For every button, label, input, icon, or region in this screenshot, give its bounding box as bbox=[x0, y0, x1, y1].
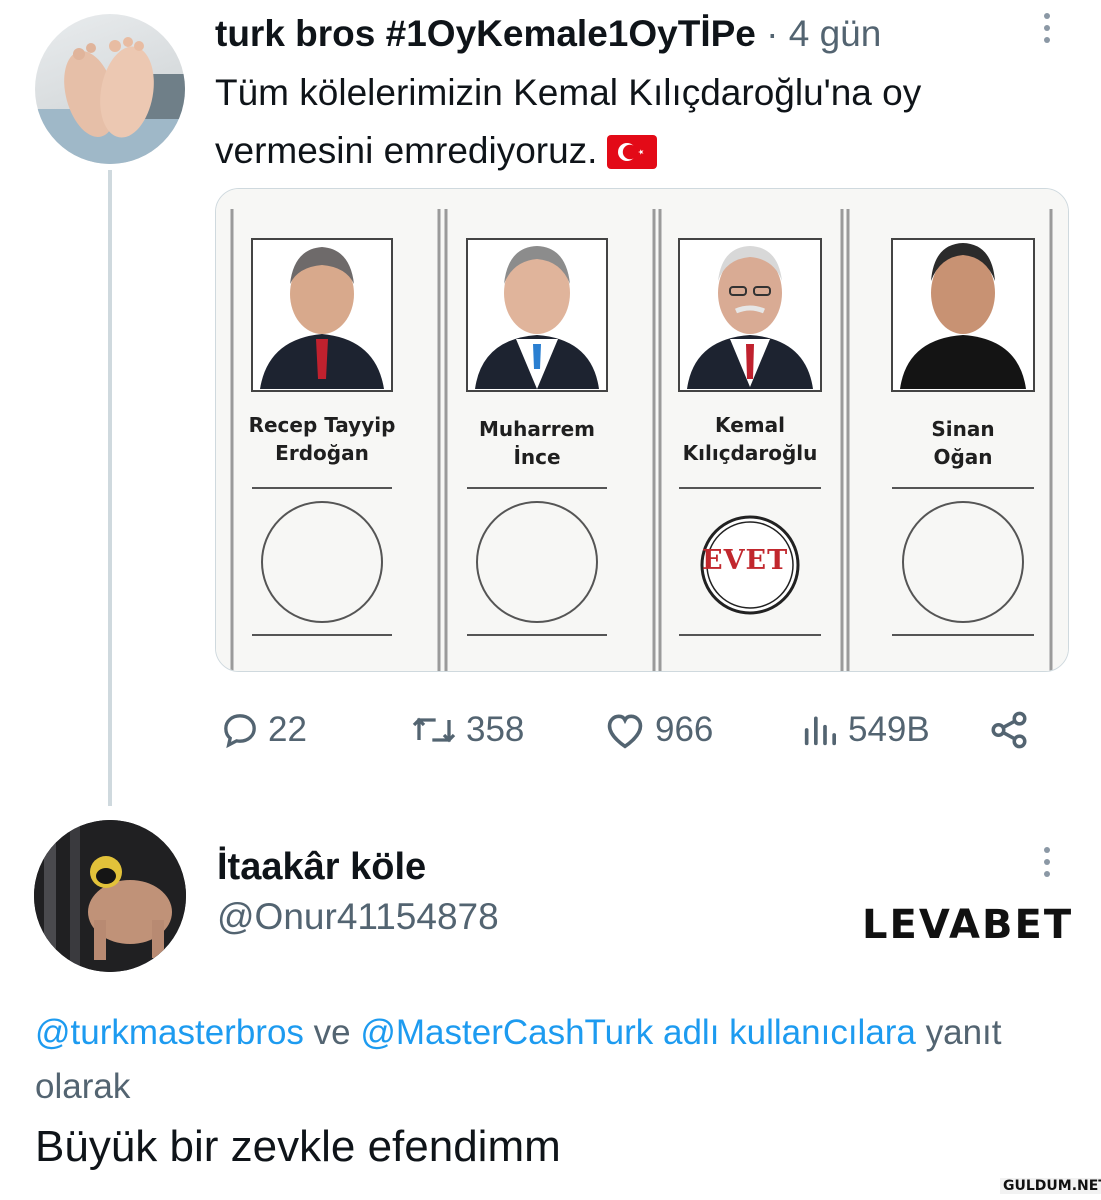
stamp-text: EVET bbox=[702, 545, 789, 576]
tweet2-avatar[interactable] bbox=[34, 820, 186, 972]
views-count: 549B bbox=[848, 710, 930, 749]
site-watermark: GULDUM.NET bbox=[1000, 1178, 1101, 1194]
candidate-4-line1: Sinan bbox=[931, 417, 995, 441]
reply-icon bbox=[224, 714, 256, 749]
like-count: 966 bbox=[655, 710, 714, 749]
more-options-icon[interactable] bbox=[1037, 13, 1057, 43]
tweet1-text: Tüm kölelerimizin Kemal Kılıçdaroğlu'na … bbox=[215, 64, 1065, 180]
retweet-count: 358 bbox=[466, 710, 525, 749]
tweet2-handle[interactable]: @Onur41154878 bbox=[217, 896, 499, 938]
candidate-4-line2: Oğan bbox=[933, 445, 993, 469]
candidate-4-name: Sinan Oğan bbox=[878, 415, 1048, 471]
reply-count: 22 bbox=[268, 710, 307, 749]
views-button[interactable]: 549B bbox=[800, 700, 930, 760]
more-options-icon[interactable] bbox=[1037, 847, 1057, 877]
candidate-3-name: Kemal Kılıçdaroğlu bbox=[665, 411, 835, 467]
turkish-flag-icon bbox=[607, 135, 658, 169]
share-button[interactable] bbox=[988, 700, 1030, 760]
levabet-watermark-logo: LEVABET bbox=[862, 902, 1074, 948]
candidate-2-line2: İnce bbox=[513, 445, 561, 469]
candidate-1-name: Recep Tayyip Erdoğan bbox=[237, 411, 407, 467]
tweet1-action-bar: 22 358 966 549B bbox=[0, 700, 1101, 760]
candidate-1-line1: Recep Tayyip bbox=[248, 413, 396, 437]
tweet1-text-body: Tüm kölelerimizin Kemal Kılıçdaroğlu'na … bbox=[215, 72, 922, 171]
tweet1-avatar[interactable] bbox=[35, 14, 185, 164]
like-button[interactable]: 966 bbox=[603, 700, 713, 760]
views-chart-icon bbox=[804, 716, 836, 746]
retweet-button[interactable]: 358 bbox=[410, 700, 524, 760]
tweet1-timestamp[interactable]: 4 gün bbox=[789, 13, 882, 54]
feet-photo bbox=[35, 37, 185, 164]
ballot-image[interactable]: Recep Tayyip Erdoğan Muharrem İnce Kemal… bbox=[215, 188, 1069, 672]
candidate-2-name: Muharrem İnce bbox=[452, 415, 622, 471]
reply-context: @turkmasterbros ve @MasterCashTurk adlı … bbox=[35, 1006, 1065, 1114]
tweet1-display-name[interactable]: turk bros #1OyKemale1OyTİPe bbox=[215, 13, 756, 54]
candidate-1-line2: Erdoğan bbox=[275, 441, 369, 465]
share-icon bbox=[991, 711, 1027, 749]
mention-link-turkmasterbros[interactable]: @turkmasterbros bbox=[35, 1013, 304, 1052]
user-photo bbox=[34, 820, 186, 972]
reply-button[interactable]: 22 bbox=[220, 700, 307, 760]
heart-icon bbox=[607, 714, 643, 749]
candidate-2-line1: Muharrem bbox=[478, 417, 595, 441]
tweet2-text: Büyük bir zevkle efendimm bbox=[35, 1122, 561, 1171]
tweet2-display-name[interactable]: İtaakâr köle bbox=[217, 846, 426, 889]
candidate-3-line1: Kemal bbox=[715, 413, 785, 437]
reply-connector: ve bbox=[303, 1013, 361, 1052]
tweet1-header: turk bros #1OyKemale1OyTİPe · 4 gün bbox=[215, 12, 881, 56]
retweet-icon bbox=[412, 717, 456, 743]
candidate-3-line2: Kılıçdaroğlu bbox=[682, 441, 818, 465]
mention-link-mastercashturk[interactable]: @MasterCashTurk adlı kullanıcılara bbox=[360, 1013, 916, 1052]
header-separator: · bbox=[766, 13, 779, 54]
